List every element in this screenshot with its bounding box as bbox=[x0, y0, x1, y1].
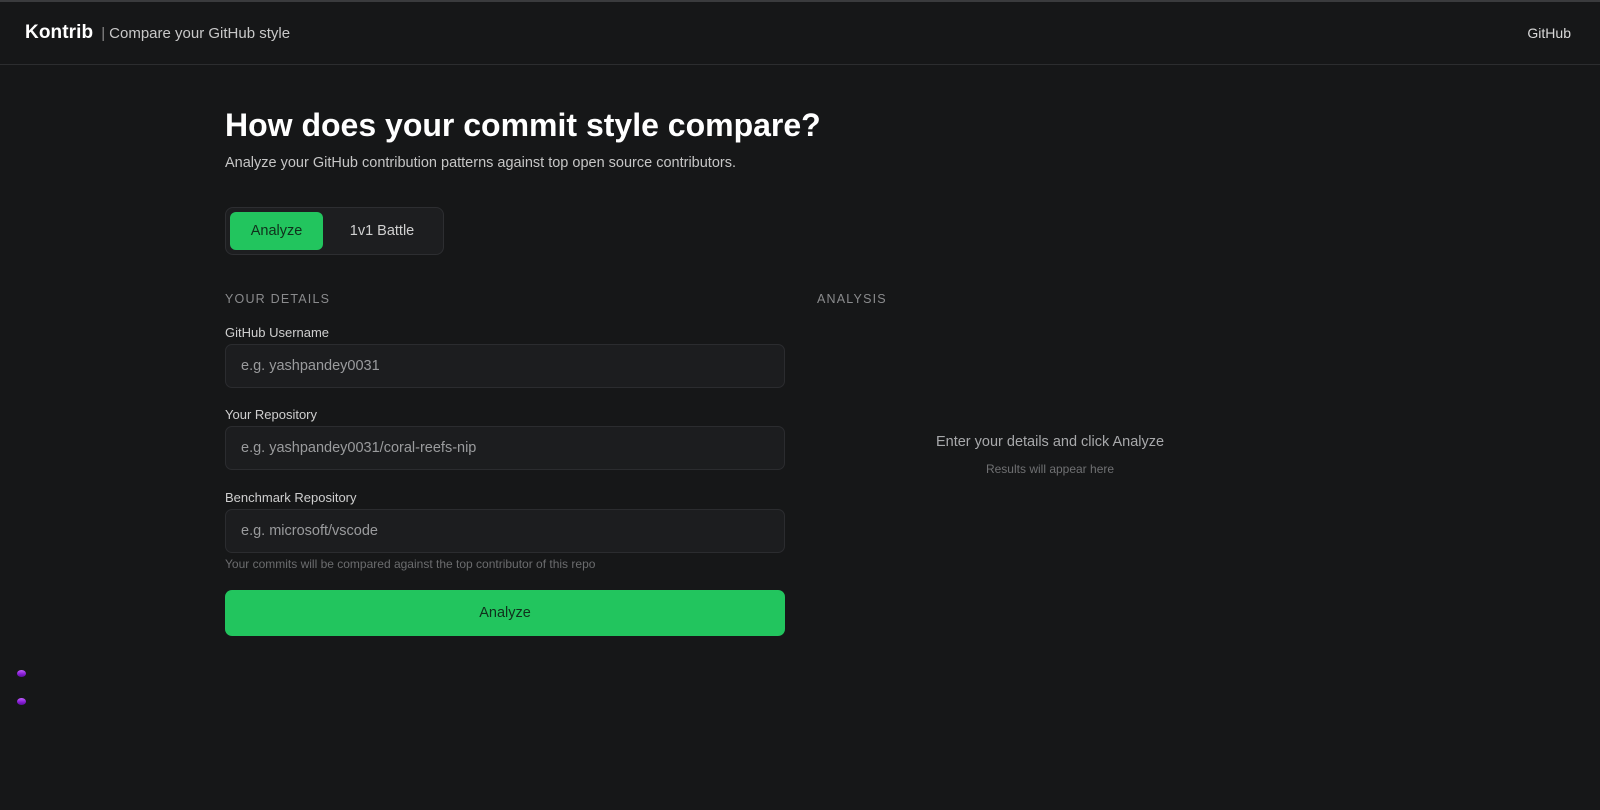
hero: How does your commit style compare? Anal… bbox=[225, 105, 1225, 171]
tab-analyze[interactable]: Analyze bbox=[230, 212, 323, 250]
analysis-heading: ANALYSIS bbox=[817, 292, 887, 306]
benchmark-label: Benchmark Repository bbox=[225, 490, 357, 505]
tab-1v1-battle[interactable]: 1v1 Battle bbox=[327, 212, 437, 250]
username-label: GitHub Username bbox=[225, 325, 330, 340]
app-header: Kontrib | Compare your GitHub style GitHu… bbox=[0, 2, 1600, 65]
floating-dot-icon[interactable] bbox=[17, 670, 26, 677]
page-title: How does your commit style compare? bbox=[225, 107, 821, 143]
benchmark-input[interactable] bbox=[225, 509, 785, 553]
empty-state-title: Enter your details and click Analyze bbox=[935, 434, 1165, 450]
repository-input[interactable] bbox=[225, 426, 785, 470]
brand-logo[interactable]: Kontrib bbox=[25, 22, 93, 44]
brand-tagline: | Compare your GitHub style bbox=[101, 25, 290, 42]
tagline-separator: | bbox=[101, 24, 106, 42]
analyze-button[interactable]: Analyze bbox=[225, 590, 785, 636]
benchmark-hint: Your commits will be compared against th… bbox=[225, 557, 596, 571]
your-details-heading: YOUR DETAILS bbox=[225, 292, 331, 306]
github-link[interactable]: GitHub bbox=[1527, 25, 1571, 41]
mode-switch: Analyze 1v1 Battle bbox=[225, 207, 444, 255]
tagline-text: Compare your GitHub style bbox=[109, 24, 291, 42]
floating-dot-icon[interactable] bbox=[17, 698, 26, 705]
analysis-empty-state: Enter your details and click Analyze Res… bbox=[820, 434, 1280, 476]
page-subtitle: Analyze your GitHub contribution pattern… bbox=[225, 155, 737, 171]
empty-state-subtitle: Results will appear here bbox=[985, 462, 1115, 476]
repository-label: Your Repository bbox=[225, 407, 318, 422]
username-input[interactable] bbox=[225, 344, 785, 388]
